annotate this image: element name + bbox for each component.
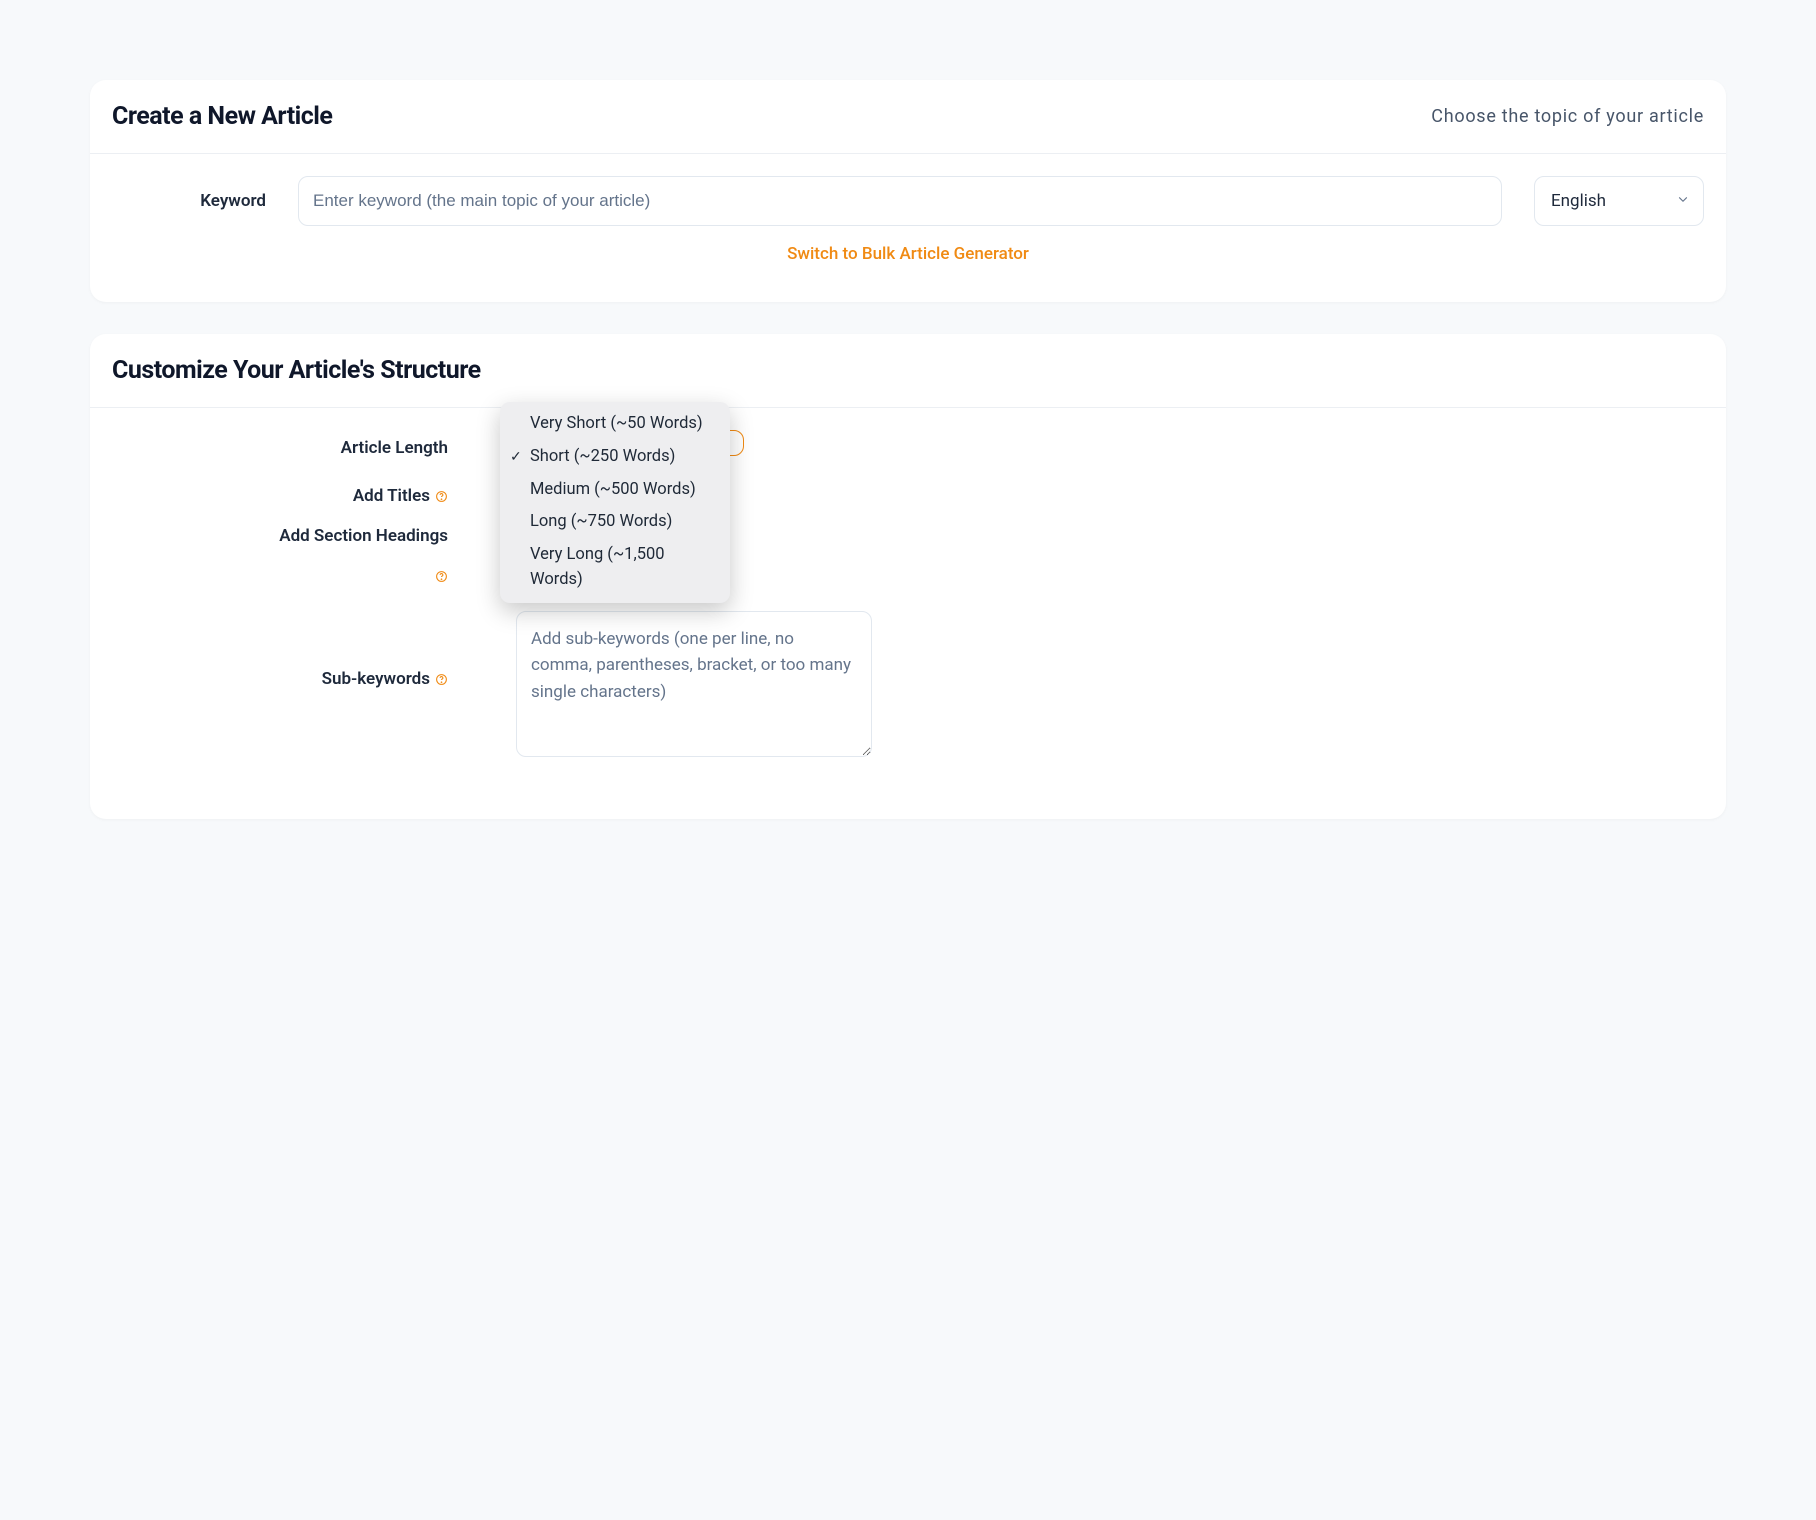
language-select-wrap: English <box>1534 176 1704 226</box>
structure-card: Customize Your Article's Structure Artic… <box>90 334 1726 819</box>
keyword-input-wrap <box>298 176 1502 226</box>
length-option-short-label: Short (~250 Words) <box>530 447 675 466</box>
length-option-medium[interactable]: Medium (~500 Words) <box>500 474 730 507</box>
structure-body: Article Length Very Short (~50 Words) ✓ … <box>90 408 1726 819</box>
sub-keywords-row: Sub-keywords <box>112 611 1704 761</box>
switch-bulk-link[interactable]: Switch to Bulk Article Generator <box>112 244 1704 264</box>
structure-header: Customize Your Article's Structure <box>90 334 1726 408</box>
language-select[interactable]: English <box>1534 176 1704 226</box>
length-option-very-short[interactable]: Very Short (~50 Words) <box>500 408 730 441</box>
article-length-label-col: Article Length <box>112 430 516 458</box>
structure-title: Customize Your Article's Structure <box>112 356 1704 385</box>
create-header: Create a New Article Choose the topic of… <box>90 80 1726 154</box>
add-headings-row: Add Section Headings Off <box>112 526 1704 585</box>
sub-keywords-input-col <box>516 611 1704 761</box>
sub-keywords-label-col: Sub-keywords <box>112 611 516 689</box>
help-icon[interactable] <box>434 672 448 686</box>
add-titles-row: Add Titles <box>112 478 1704 506</box>
length-option-short[interactable]: ✓ Short (~250 Words) <box>500 441 730 474</box>
article-length-label: Article Length <box>341 438 448 458</box>
checkmark-icon: ✓ <box>510 447 522 468</box>
add-titles-label-col: Add Titles <box>112 478 516 506</box>
help-icon[interactable] <box>434 570 448 584</box>
sub-keywords-label: Sub-keywords <box>322 669 430 689</box>
article-length-input-col: Very Short (~50 Words) ✓ Short (~250 Wor… <box>516 430 1704 456</box>
length-option-long[interactable]: Long (~750 Words) <box>500 506 730 539</box>
create-body: Keyword English Switch to Bulk Article G… <box>90 154 1726 302</box>
create-title: Create a New Article <box>112 102 332 131</box>
keyword-input[interactable] <box>298 176 1502 226</box>
create-article-card: Create a New Article Choose the topic of… <box>90 80 1726 302</box>
create-subtitle: Choose the topic of your article <box>1431 106 1704 127</box>
add-headings-label: Add Section Headings <box>279 526 448 546</box>
article-length-row: Article Length Very Short (~50 Words) ✓ … <box>112 430 1704 458</box>
keyword-label: Keyword <box>112 191 266 211</box>
length-option-very-long[interactable]: Very Long (~1,500 Words) <box>500 539 730 597</box>
add-titles-label: Add Titles <box>353 486 430 506</box>
keyword-row: Keyword English <box>112 176 1704 226</box>
article-length-dropdown: Very Short (~50 Words) ✓ Short (~250 Wor… <box>500 402 730 603</box>
help-icon[interactable] <box>434 489 448 503</box>
add-headings-label-col: Add Section Headings <box>112 526 516 585</box>
sub-keywords-textarea[interactable] <box>516 611 872 757</box>
